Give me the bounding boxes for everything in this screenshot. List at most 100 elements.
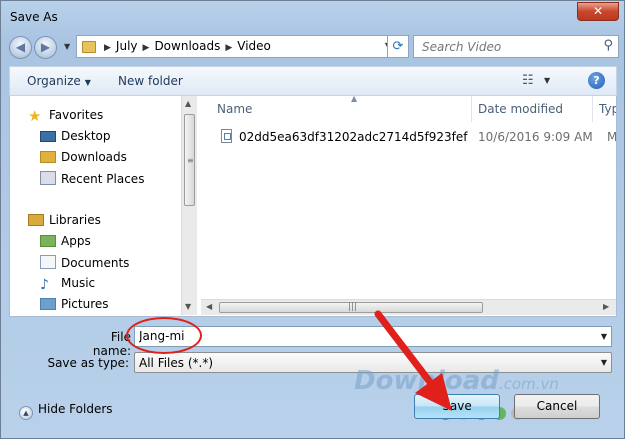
scroll-up-icon[interactable]: ▲ <box>185 99 191 108</box>
column-header-label: Date modified <box>478 102 564 116</box>
scroll-left-icon[interactable]: ◀ <box>206 302 212 311</box>
sidebar-item-label: Pictures <box>61 297 109 311</box>
sidebar-item-pictures[interactable]: Pictures <box>40 297 109 315</box>
save-as-dialog: Save As ✕ ◀ ▶ ▼ ▶July▶Downloads▶Video ▼ … <box>0 0 625 439</box>
organize-label: Organize <box>27 74 81 88</box>
music-icon: ♪ <box>40 277 49 293</box>
navigation-pane: ★ Favorites Desktop Downloads Recent Plac… <box>10 96 197 315</box>
folder-icon <box>82 41 96 53</box>
view-options-icon[interactable]: ☷ <box>522 73 534 88</box>
sidebar-item-label: Music <box>61 276 96 290</box>
chevron-down-icon[interactable]: ▼ <box>601 332 607 341</box>
recent-places-icon <box>40 171 56 185</box>
table-row[interactable]: 02dd5ea63df31202adc2714d5f923fef 10/6/20… <box>221 128 616 146</box>
pictures-icon <box>40 298 56 310</box>
downloads-folder-icon <box>40 151 56 163</box>
column-header-type[interactable]: Typ <box>593 96 616 122</box>
scrollbar-thumb[interactable]: ≡ <box>184 114 195 206</box>
organize-button[interactable]: Organize ▼ <box>27 74 91 88</box>
command-toolbar: Organize ▼ New folder ☷ ▼ ? <box>9 66 617 96</box>
column-header-date-modified[interactable]: Date modified <box>472 96 592 122</box>
view-dropdown-icon[interactable]: ▼ <box>544 76 550 85</box>
close-button[interactable]: ✕ <box>577 2 619 21</box>
grip-icon: ||| <box>348 302 358 312</box>
column-header-label: Name <box>217 102 253 116</box>
save-as-type-label: Save as type: <box>47 356 129 370</box>
content-area: ★ Favorites Desktop Downloads Recent Plac… <box>9 96 617 317</box>
file-type-cell: MP4 <box>607 130 616 144</box>
breadcrumb-downloads[interactable]: Downloads <box>154 39 220 53</box>
sidebar-item-desktop[interactable]: Desktop <box>40 129 111 149</box>
sidebar-item-label: Documents <box>61 256 130 270</box>
column-header-name[interactable]: ▲ Name <box>211 96 471 122</box>
breadcrumb-separator-icon[interactable]: ▶ <box>104 43 111 53</box>
sidebar-item-music[interactable]: ♪ Music <box>40 276 95 296</box>
search-box[interactable]: ⚲ <box>413 35 619 58</box>
sidebar-item-recent-places[interactable]: Recent Places <box>40 171 144 191</box>
file-date-cell: 10/6/2016 9:09 AM <box>478 130 593 144</box>
save-as-type-value: All Files (*.*) <box>139 356 214 370</box>
watermark-suffix: .com.vn <box>498 375 559 393</box>
documents-icon <box>40 255 56 269</box>
breadcrumb-video[interactable]: Video <box>237 39 271 53</box>
sidebar-item-label: Recent Places <box>61 172 145 186</box>
forward-button[interactable]: ▶ <box>34 36 57 59</box>
column-header-label: Typ <box>599 102 616 116</box>
back-button[interactable]: ◀ <box>9 36 32 59</box>
desktop-icon <box>40 131 56 142</box>
file-name-cell: 02dd5ea63df31202adc2714d5f923fef <box>239 130 468 144</box>
back-arrow-icon: ◀ <box>15 40 26 54</box>
search-icon[interactable]: ⚲ <box>603 38 613 53</box>
chevron-up-icon: ▲ <box>19 406 33 420</box>
new-folder-button[interactable]: New folder <box>118 74 183 88</box>
sidebar-item-label: Downloads <box>61 150 127 164</box>
watermark-text: Download <box>354 366 499 396</box>
star-icon: ★ <box>28 107 42 125</box>
file-list: ▲ Name Date modified Typ 02dd5ea63df3120… <box>201 96 616 315</box>
grip-icon: ≡ <box>187 156 194 165</box>
sidebar-item-label: Libraries <box>49 213 101 227</box>
refresh-button[interactable]: ⟳ <box>387 35 409 58</box>
close-icon: ✕ <box>592 4 604 18</box>
address-row: ◀ ▶ ▼ ▶July▶Downloads▶Video ▼ ⟳ ⚲ <box>9 34 619 60</box>
sidebar-item-libraries[interactable]: Libraries <box>28 213 101 233</box>
chevron-down-icon[interactable]: ▼ <box>601 358 607 367</box>
breadcrumb-separator-icon[interactable]: ▶ <box>225 43 232 53</box>
scroll-right-icon[interactable]: ▶ <box>603 302 609 311</box>
refresh-icon: ⟳ <box>392 39 404 54</box>
breadcrumb: ▶ July ▶ Downloads ▶ Video <box>99 39 271 53</box>
hide-folders-button[interactable]: ▲ Hide Folders <box>19 402 113 420</box>
libraries-icon <box>28 214 44 226</box>
scrollbar-thumb[interactable]: ||| <box>219 302 483 313</box>
scroll-down-icon[interactable]: ▼ <box>185 302 191 311</box>
forward-arrow-icon: ▶ <box>40 40 51 54</box>
watermark: Download.com.vn <box>354 366 559 396</box>
sidebar-item-apps[interactable]: Apps <box>40 234 91 254</box>
horizontal-scrollbar[interactable]: ◀ ||| ▶ <box>201 299 616 315</box>
title-bar: Save As ✕ <box>1 1 624 31</box>
breadcrumb-july[interactable]: July <box>116 39 138 53</box>
recent-locations-dropdown-icon[interactable]: ▼ <box>64 42 70 51</box>
file-name-label: File name: <box>92 330 131 358</box>
breadcrumb-separator-icon[interactable]: ▶ <box>143 43 150 53</box>
save-button[interactable]: Save <box>414 394 500 419</box>
sidebar-item-label: Apps <box>61 234 91 248</box>
sidebar-item-label: Favorites <box>49 108 104 122</box>
sidebar-item-downloads[interactable]: Downloads <box>40 150 127 170</box>
help-icon[interactable]: ? <box>588 72 605 89</box>
sidebar-item-favorites[interactable]: ★ Favorites <box>28 108 103 128</box>
address-bar[interactable]: ▶July▶Downloads▶Video ▼ <box>76 35 396 58</box>
file-name-combobox[interactable]: ▼ <box>134 326 612 347</box>
file-name-field[interactable] <box>139 329 579 343</box>
sidebar-item-label: Desktop <box>61 129 111 143</box>
video-file-icon <box>221 129 232 143</box>
navigation-scrollbar[interactable]: ▲ ≡ ▼ <box>181 96 197 315</box>
annotation-highlight-circle <box>126 317 202 354</box>
hide-folders-label: Hide Folders <box>38 402 113 416</box>
cancel-button[interactable]: Cancel <box>514 394 600 419</box>
apps-icon <box>40 235 56 247</box>
sort-ascending-icon: ▲ <box>351 96 358 103</box>
chevron-down-icon: ▼ <box>84 78 91 87</box>
sidebar-item-documents[interactable]: Documents <box>40 255 129 275</box>
search-input[interactable] <box>420 39 594 55</box>
